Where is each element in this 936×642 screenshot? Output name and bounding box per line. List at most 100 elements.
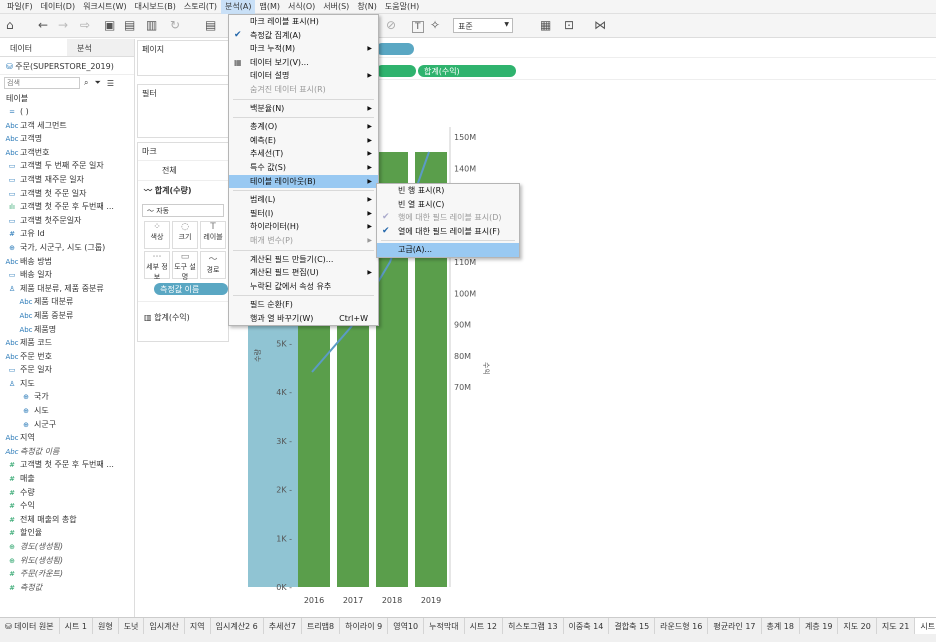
field-item[interactable]: # 고객별 첫 주문 후 두번째 ... [0, 458, 134, 472]
field-item[interactable]: ⊕ 국가 [0, 390, 134, 404]
sheet-tab[interactable]: 트리맵8 [302, 618, 341, 634]
sheet-tab[interactable]: 지도 20 [838, 618, 877, 634]
pin-icon[interactable]: ✧ [430, 18, 440, 32]
field-item[interactable]: Abc제품 코드 [0, 336, 134, 350]
menu-item[interactable]: 범례(L) ▶ [229, 193, 378, 207]
sheet-tab[interactable]: 결합축 15 [609, 618, 656, 634]
sheet-tab[interactable]: 도넛 [119, 618, 145, 634]
menu-3[interactable]: 대시보드(B) [131, 0, 180, 14]
field-item[interactable]: Abc배송 방법 [0, 255, 134, 269]
field-item[interactable]: ▭ 고객별 첫 주문 일자 [0, 187, 134, 201]
field-item[interactable]: Abc주문 번호 [0, 350, 134, 364]
rows-pill-sum-profit[interactable]: 합계(수익) [418, 65, 516, 77]
field-item[interactable]: Abc제품명 [0, 323, 134, 337]
menu-7[interactable]: 서식(O) [284, 0, 319, 14]
fit-dropdown[interactable]: 표준 ▼ [453, 18, 513, 33]
menu-2[interactable]: 워크시트(W) [79, 0, 131, 14]
field-item[interactable]: ♙ 지도 [0, 377, 134, 391]
field-item[interactable]: # 할인율 [0, 526, 134, 540]
menu-item[interactable]: 누락된 값에서 속성 유추 [229, 280, 378, 294]
menu-item[interactable]: 추세선(T) ▶ [229, 147, 378, 161]
menu-4[interactable]: 스토리(T) [180, 0, 221, 14]
menu-item[interactable]: 계산된 필드 만들기(C)... [229, 253, 378, 267]
datasource-icon[interactable]: ⇨ [80, 18, 90, 32]
menu-6[interactable]: 맵(M) [255, 0, 284, 14]
menu-item[interactable]: 계산된 필드 편집(U) ▶ [229, 266, 378, 280]
field-item[interactable]: ⊕ 시군구 [0, 418, 134, 432]
sheet-tab[interactable]: 시트 22 [915, 618, 936, 634]
sheet-tab[interactable]: 영역10 [388, 618, 425, 634]
field-item[interactable]: # 주문(카운트) [0, 567, 134, 581]
sheet-tab[interactable]: 시트 12 [465, 618, 504, 634]
menu-item[interactable]: 마크 레이블 표시(H) [229, 15, 378, 29]
mark-type-dropdown[interactable]: 〜 자동 [142, 204, 224, 217]
menu-5[interactable]: 분석(A) [221, 0, 256, 14]
menu-10[interactable]: 도움말(H) [381, 0, 423, 14]
label-icon[interactable]: ▦ [540, 18, 551, 32]
menu-item[interactable]: ✔ 열에 대한 필드 레이블 표시(F) [377, 225, 519, 239]
sheet-tab[interactable]: 추세선7 [264, 618, 302, 634]
field-item[interactable]: ⊕ 경도(생성됨) [0, 540, 134, 554]
datasource-item[interactable]: ⛁ 주문(SUPERSTORE_2019) [0, 57, 134, 75]
refresh-icon[interactable]: ↻ [170, 18, 180, 32]
field-item[interactable]: ⊕ 시도 [0, 404, 134, 418]
field-item[interactable]: ⊕ 국가, 시군구, 시도 (그룹) [0, 241, 134, 255]
menu-item[interactable]: ▦ 데이터 보기(V)... [229, 56, 378, 70]
view-options-icon[interactable]: ☰ [107, 79, 114, 88]
back-icon[interactable]: ← [38, 18, 48, 32]
menu-item[interactable]: 빈 열 표시(C) [377, 198, 519, 212]
field-item[interactable]: Abc제품 대분류 [0, 295, 134, 309]
text-icon[interactable]: T [412, 21, 424, 33]
menu-item[interactable]: 행과 열 바꾸기(W) Ctrl+W [229, 312, 378, 326]
menu-8[interactable]: 서버(S) [319, 0, 353, 14]
field-item[interactable]: Abc고객 세그먼트 [0, 119, 134, 133]
sheet-tab[interactable]: 라운드형 16 [655, 618, 709, 634]
menu-0[interactable]: 파일(F) [3, 0, 37, 14]
save-icon[interactable]: ▣ [104, 18, 115, 32]
menu-item[interactable]: 백분율(N) ▶ [229, 102, 378, 116]
field-item[interactable]: # 수익 [0, 499, 134, 513]
attach-icon[interactable]: ⊘ [386, 18, 396, 32]
sheet-tab[interactable]: 히스토그램 13 [503, 618, 564, 634]
marks-all[interactable]: 전체 [138, 160, 228, 180]
mark-button-0[interactable]: ⁘ 색상 [144, 221, 170, 249]
sheet-tab[interactable]: 임시계산 [144, 618, 185, 634]
sheet-tab[interactable]: 지도 21 [877, 618, 916, 634]
menu-item[interactable]: 데이터 설명 ▶ [229, 69, 378, 83]
share-icon[interactable]: ⋈ [594, 18, 606, 32]
sheet-tab[interactable]: 시트 1 [60, 618, 93, 634]
mark-button-5[interactable]: 〜 경로 [200, 251, 226, 279]
marks-sum-quantity[interactable]: 〰 합계(수량) [138, 180, 228, 200]
field-item[interactable]: Abc고객번호 [0, 146, 134, 160]
sheet-tab[interactable]: ⛁ 데이터 원본 [0, 618, 60, 634]
field-item[interactable]: ▭ 고객별 두 번째 주문 일자 [0, 159, 134, 173]
field-item[interactable]: ▭ 주문 일자 [0, 363, 134, 377]
menu-item[interactable]: 예측(E) ▶ [229, 134, 378, 148]
field-item[interactable]: # 고유 Id [0, 227, 134, 241]
menu-item[interactable]: 고급(A)... [377, 243, 519, 257]
tab-data[interactable]: 데이터 [0, 39, 67, 56]
field-item[interactable]: ▭ 배송 일자 [0, 268, 134, 282]
measure-names-pill[interactable]: 측정값 이름 [154, 283, 228, 295]
tab-analysis[interactable]: 분석 [67, 39, 134, 56]
sheet-tab[interactable]: 누적막대 [424, 618, 465, 634]
marks-sum-profit[interactable]: ▥ 합계(수익) [138, 301, 228, 333]
sheet-tab[interactable]: 하이라이 9 [340, 618, 389, 634]
mark-button-3[interactable]: ⋯ 세부 정보 [144, 251, 170, 281]
mark-button-1[interactable]: ◌ 크기 [172, 221, 198, 249]
menu-item[interactable]: 빈 행 표시(R) [377, 184, 519, 198]
field-item[interactable]: Abc제품 중분류 [0, 309, 134, 323]
sheet-tab[interactable]: 이중축 14 [564, 618, 610, 634]
menu-9[interactable]: 창(N) [353, 0, 381, 14]
field-item[interactable]: # 매출 [0, 472, 134, 486]
search-input[interactable] [4, 77, 80, 89]
presentation-icon[interactable]: ⊡ [564, 18, 574, 32]
sheet-tab[interactable]: 지역 [185, 618, 211, 634]
sheet-tab[interactable]: 계층 19 [800, 618, 839, 634]
field-item[interactable]: ♙ 제품 대분류, 제품 중분류 [0, 282, 134, 296]
new-sheet-icon[interactable]: ▥ [146, 18, 157, 32]
mark-button-4[interactable]: ▭ 도구 설명 [172, 251, 198, 281]
menu-item[interactable]: 마크 누적(M) ▶ [229, 42, 378, 56]
menu-item[interactable]: 하이라이터(H) ▶ [229, 220, 378, 234]
field-item[interactable]: # 측정값 [0, 581, 134, 595]
